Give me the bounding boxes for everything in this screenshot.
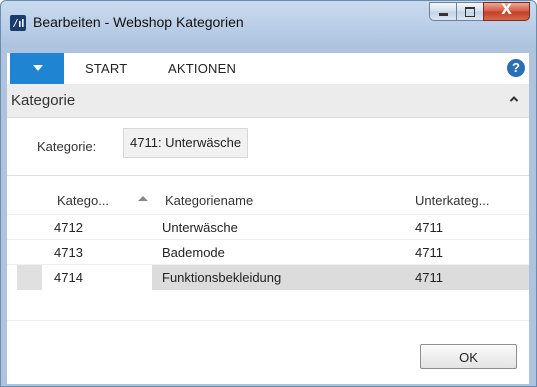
ribbon-bar: START AKTIONEN ? xyxy=(7,53,529,84)
cell-name: Funktionsbekleidung xyxy=(162,270,282,285)
caption-buttons: X xyxy=(429,2,530,21)
table-header: Katego... Kategoriename Unterkateg... xyxy=(7,184,529,214)
cell-parent: 4711 xyxy=(415,270,443,285)
close-button[interactable]: X xyxy=(483,2,530,21)
cell-code: 4713 xyxy=(54,245,83,260)
close-icon: X xyxy=(501,2,512,18)
help-icon[interactable]: ? xyxy=(507,59,525,77)
cell-code: 4712 xyxy=(54,220,83,235)
tab-start[interactable]: START xyxy=(85,61,127,76)
category-field-label: Kategorie: xyxy=(37,139,97,154)
tab-aktionen[interactable]: AKTIONEN xyxy=(168,61,236,76)
cell-parent: 4711 xyxy=(415,245,443,260)
app-logo-icon xyxy=(10,15,26,31)
table-row-selected[interactable]: 4714 Funktionsbekleidung 4711 xyxy=(7,264,529,290)
divider xyxy=(7,320,529,321)
minimize-icon xyxy=(439,13,448,16)
ribbon-menu-button[interactable] xyxy=(10,53,64,84)
minimize-button[interactable] xyxy=(429,2,456,21)
sort-ascending-icon[interactable] xyxy=(138,196,148,201)
column-header-code[interactable]: Katego... xyxy=(57,193,109,208)
section-title: Kategorie xyxy=(11,92,76,109)
column-header-parent[interactable]: Unterkateg... xyxy=(415,193,489,208)
divider xyxy=(7,175,529,176)
title-bar[interactable]: Bearbeiten - Webshop Kategorien X xyxy=(1,1,536,41)
category-field-value: 4711: Unterwäsche xyxy=(123,128,249,158)
ok-button[interactable]: OK xyxy=(420,344,517,369)
row-selection-marker xyxy=(17,265,42,290)
cell-name: Bademode xyxy=(162,245,225,260)
cell-code: 4714 xyxy=(54,270,83,285)
cell-parent: 4711 xyxy=(415,220,443,235)
maximize-icon xyxy=(465,7,475,17)
content-area: Kategorie Kategorie: 4711: Unterwäsche K… xyxy=(7,84,529,384)
cell-name: Unterwäsche xyxy=(162,220,238,235)
window-title: Bearbeiten - Webshop Kategorien xyxy=(33,14,244,30)
table-row[interactable]: 4713 Bademode 4711 xyxy=(7,239,529,265)
table-row[interactable]: 4712 Unterwäsche 4711 xyxy=(7,214,529,240)
section-header[interactable]: Kategorie xyxy=(7,84,529,118)
dialog-window: Bearbeiten - Webshop Kategorien X START … xyxy=(0,0,537,387)
maximize-button[interactable] xyxy=(456,2,483,21)
column-header-name[interactable]: Kategoriename xyxy=(165,193,253,208)
chevron-down-icon xyxy=(33,65,43,71)
chevron-up-icon[interactable] xyxy=(509,94,519,104)
